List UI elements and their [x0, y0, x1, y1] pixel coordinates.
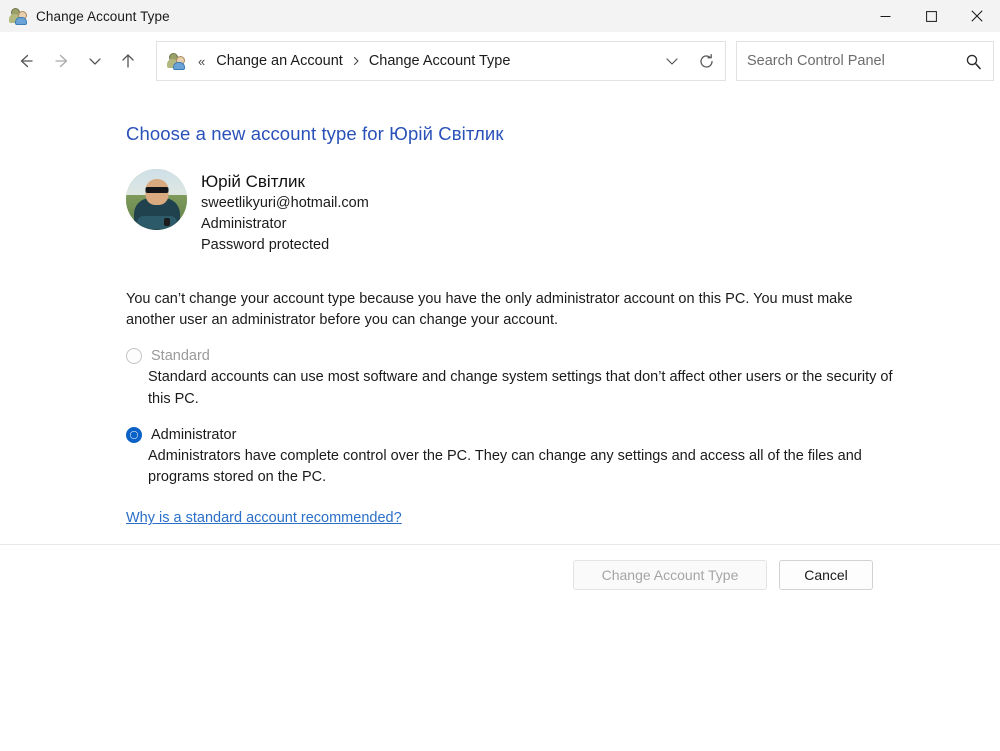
option-administrator[interactable]: Administrator Administrators have comple…: [126, 426, 1000, 488]
user-accounts-icon: [9, 7, 27, 25]
title-bar-left: Change Account Type: [0, 7, 170, 25]
user-password-status: Password protected: [201, 237, 330, 254]
option-administrator-header[interactable]: Administrator: [126, 426, 1000, 443]
search-input[interactable]: [737, 53, 953, 69]
radio-standard[interactable]: [126, 348, 142, 365]
search-icon[interactable]: [953, 42, 993, 80]
notice-text: You can’t change your account type becau…: [126, 291, 853, 329]
chevron-down-icon[interactable]: [655, 43, 689, 79]
close-button[interactable]: [954, 0, 1000, 32]
radio-administrator[interactable]: [126, 426, 142, 443]
footer-bar: Change Account Type Cancel: [0, 544, 1000, 604]
option-standard-label: Standard: [151, 348, 210, 365]
user-email: sweetlikyuri@hotmail.com: [201, 195, 369, 212]
forward-button[interactable]: [44, 43, 80, 79]
main-content: Choose a new account type for Юрій Світл…: [0, 123, 1000, 527]
option-standard-header[interactable]: Standard: [126, 348, 1000, 365]
user-accounts-icon: [167, 52, 185, 70]
search-box[interactable]: [736, 41, 994, 81]
up-button[interactable]: [110, 43, 146, 79]
navigation-bar: « Change an Account Change Account Type: [0, 32, 1000, 90]
user-name: Юрій Світлик: [201, 172, 305, 191]
option-administrator-description: Administrators have complete control ove…: [148, 447, 862, 485]
user-details: Юрій Світлик sweetlikyuri@hotmail.com Ad…: [201, 169, 369, 256]
page-title: Choose a new account type for Юрій Світл…: [126, 123, 504, 144]
recent-locations-button[interactable]: [80, 43, 110, 79]
user-summary: Юрій Світлик sweetlikyuri@hotmail.com Ad…: [126, 169, 1000, 256]
user-account-type: Administrator: [201, 216, 287, 233]
option-standard[interactable]: Standard Standard accounts can use most …: [126, 348, 1000, 409]
cancel-button[interactable]: Cancel: [779, 559, 873, 590]
maximize-button[interactable]: [908, 0, 954, 32]
breadcrumb-overflow[interactable]: «: [192, 55, 211, 68]
change-account-type-button[interactable]: Change Account Type: [573, 559, 767, 590]
chevron-right-icon: [348, 55, 364, 67]
title-bar: Change Account Type: [0, 0, 1000, 32]
back-button[interactable]: [8, 43, 44, 79]
refresh-icon[interactable]: [689, 43, 723, 79]
option-standard-description: Standard accounts can use most software …: [148, 369, 893, 407]
window-controls: [862, 0, 1000, 32]
window-title: Change Account Type: [36, 8, 170, 24]
breadcrumb-item-change-an-account[interactable]: Change an Account: [211, 49, 348, 73]
minimize-button[interactable]: [862, 0, 908, 32]
avatar: [126, 169, 187, 230]
why-standard-account-link[interactable]: Why is a standard account recommended?: [126, 510, 402, 526]
breadcrumb-item-change-account-type[interactable]: Change Account Type: [364, 49, 516, 73]
option-administrator-label: Administrator: [151, 426, 237, 443]
address-bar[interactable]: « Change an Account Change Account Type: [156, 41, 726, 81]
